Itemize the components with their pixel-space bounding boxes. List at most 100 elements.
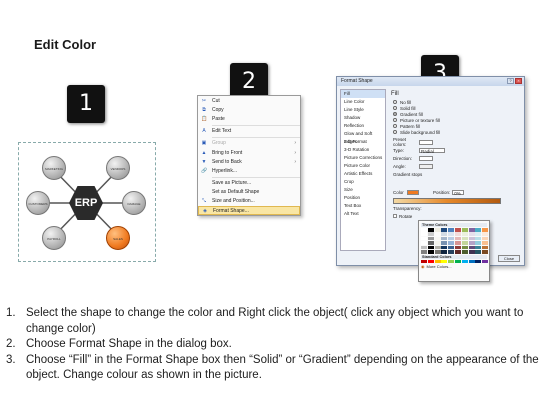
sidebar-item-crop[interactable]: Crop bbox=[341, 178, 385, 186]
node-customers[interactable]: CUSTOMERS bbox=[26, 191, 50, 215]
color-swatch[interactable] bbox=[461, 249, 468, 254]
color-swatch[interactable] bbox=[475, 232, 482, 236]
color-swatch[interactable] bbox=[441, 236, 448, 241]
color-swatch[interactable] bbox=[468, 249, 475, 254]
color-swatch[interactable] bbox=[448, 249, 455, 254]
gradient-stops-bar[interactable] bbox=[393, 198, 501, 204]
color-swatch[interactable] bbox=[468, 236, 475, 241]
menu-item-save-as-picture[interactable]: Save as Picture... bbox=[198, 179, 300, 188]
sidebar-item-glow[interactable]: Glow and Soft Edges bbox=[341, 130, 385, 144]
color-swatch[interactable] bbox=[461, 232, 468, 236]
color-picker-button[interactable] bbox=[407, 189, 419, 195]
color-swatch[interactable] bbox=[421, 236, 427, 241]
color-swatch[interactable] bbox=[448, 228, 455, 232]
sidebar-item-3d-format[interactable]: 3-D Format bbox=[341, 138, 385, 146]
menu-item-size-and-position[interactable]: ⤡ Size and Position... bbox=[198, 197, 300, 206]
type-dropdown[interactable]: Radial bbox=[419, 147, 445, 154]
sidebar-item-position[interactable]: Position bbox=[341, 194, 385, 202]
sidebar-item-size[interactable]: Size bbox=[341, 186, 385, 194]
color-swatch[interactable] bbox=[434, 245, 441, 250]
color-swatch[interactable] bbox=[427, 259, 434, 264]
color-swatch[interactable] bbox=[475, 236, 482, 241]
more-colors-item[interactable]: ◉ More Colors... bbox=[421, 264, 487, 269]
radio-slide-background-fill[interactable]: Slide background fill bbox=[389, 129, 523, 135]
color-swatch[interactable] bbox=[434, 236, 441, 241]
sidebar-item-text-box[interactable]: Text Box bbox=[341, 202, 385, 210]
color-swatch[interactable] bbox=[482, 249, 489, 254]
color-swatch[interactable] bbox=[454, 241, 461, 245]
menu-item-set-default-shape[interactable]: Set as Default Shape bbox=[198, 188, 300, 197]
color-swatch[interactable] bbox=[434, 232, 441, 236]
node-sales-selected[interactable]: SALES bbox=[106, 226, 130, 250]
close-button[interactable]: Close bbox=[498, 255, 520, 262]
rotate-checkbox[interactable] bbox=[393, 214, 397, 218]
menu-item-bring-to-front[interactable]: ▲ Bring to Front › bbox=[198, 148, 300, 157]
color-swatch[interactable] bbox=[482, 236, 489, 241]
color-swatch[interactable] bbox=[441, 249, 448, 254]
preset-colors-dropdown[interactable] bbox=[419, 139, 433, 145]
color-swatch[interactable] bbox=[421, 259, 427, 264]
color-swatch[interactable] bbox=[427, 249, 434, 254]
color-swatch[interactable] bbox=[468, 259, 475, 264]
color-swatch[interactable] bbox=[461, 241, 468, 245]
node-damage[interactable]: DAMAGE bbox=[122, 191, 146, 215]
color-swatch[interactable] bbox=[434, 259, 441, 264]
color-swatch[interactable] bbox=[421, 228, 427, 232]
color-swatch[interactable] bbox=[461, 236, 468, 241]
menu-item-send-to-back[interactable]: ▼ Send to Back › bbox=[198, 157, 300, 166]
color-swatch[interactable] bbox=[441, 241, 448, 245]
sidebar-item-picture-color[interactable]: Picture Color bbox=[341, 162, 385, 170]
color-swatch[interactable] bbox=[441, 232, 448, 236]
color-swatch[interactable] bbox=[427, 241, 434, 245]
sidebar-item-3d-rotation[interactable]: 3-D Rotation bbox=[341, 146, 385, 154]
color-swatch[interactable] bbox=[448, 236, 455, 241]
color-swatch[interactable] bbox=[475, 259, 482, 264]
color-swatch[interactable] bbox=[448, 241, 455, 245]
node-marketing[interactable]: MARKETING bbox=[42, 156, 66, 180]
menu-item-cut[interactable]: ✂ Cut bbox=[198, 96, 300, 105]
color-swatch[interactable] bbox=[434, 228, 441, 232]
color-swatch[interactable] bbox=[454, 228, 461, 232]
color-swatch[interactable] bbox=[441, 259, 448, 264]
menu-item-copy[interactable]: ⧉ Copy bbox=[198, 105, 300, 114]
color-swatch[interactable] bbox=[448, 259, 455, 264]
color-swatch[interactable] bbox=[482, 241, 489, 245]
sidebar-item-shadow[interactable]: Shadow bbox=[341, 114, 385, 122]
color-swatch[interactable] bbox=[482, 245, 489, 250]
color-swatch[interactable] bbox=[468, 228, 475, 232]
position-input[interactable]: 0% bbox=[452, 189, 465, 196]
color-swatch[interactable] bbox=[427, 228, 434, 232]
color-swatch[interactable] bbox=[421, 241, 427, 245]
direction-dropdown[interactable] bbox=[419, 155, 433, 161]
color-swatch[interactable] bbox=[441, 228, 448, 232]
color-swatch[interactable] bbox=[421, 249, 427, 254]
menu-item-format-shape[interactable]: ◈ Format Shape... bbox=[198, 206, 300, 216]
color-swatch[interactable] bbox=[454, 245, 461, 250]
color-swatch[interactable] bbox=[475, 245, 482, 250]
color-swatch[interactable] bbox=[448, 245, 455, 250]
color-swatch[interactable] bbox=[461, 259, 468, 264]
sidebar-item-fill[interactable]: Fill bbox=[341, 90, 385, 98]
color-swatch[interactable] bbox=[468, 245, 475, 250]
color-swatch[interactable] bbox=[427, 245, 434, 250]
node-vendors[interactable]: VENDORS bbox=[106, 156, 130, 180]
close-icon[interactable]: × bbox=[515, 78, 522, 84]
color-swatch[interactable] bbox=[427, 236, 434, 241]
color-swatch[interactable] bbox=[427, 232, 434, 236]
node-payroll[interactable]: PAYROLL bbox=[42, 226, 66, 250]
color-swatch[interactable] bbox=[434, 249, 441, 254]
color-swatch[interactable] bbox=[454, 236, 461, 241]
color-swatch[interactable] bbox=[441, 245, 448, 250]
color-swatch[interactable] bbox=[434, 241, 441, 245]
color-swatch[interactable] bbox=[421, 232, 427, 236]
color-swatch[interactable] bbox=[454, 249, 461, 254]
menu-item-paste[interactable]: 📋 Paste bbox=[198, 114, 300, 123]
sidebar-item-alt-text[interactable]: Alt Text bbox=[341, 210, 385, 218]
color-swatch[interactable] bbox=[468, 232, 475, 236]
color-swatch[interactable] bbox=[475, 249, 482, 254]
menu-item-edit-text[interactable]: A Edit Text bbox=[198, 127, 300, 136]
help-icon[interactable]: ? bbox=[507, 78, 514, 84]
angle-input[interactable] bbox=[419, 163, 433, 169]
color-swatch[interactable] bbox=[482, 259, 489, 264]
sidebar-item-picture-corrections[interactable]: Picture Corrections bbox=[341, 154, 385, 162]
